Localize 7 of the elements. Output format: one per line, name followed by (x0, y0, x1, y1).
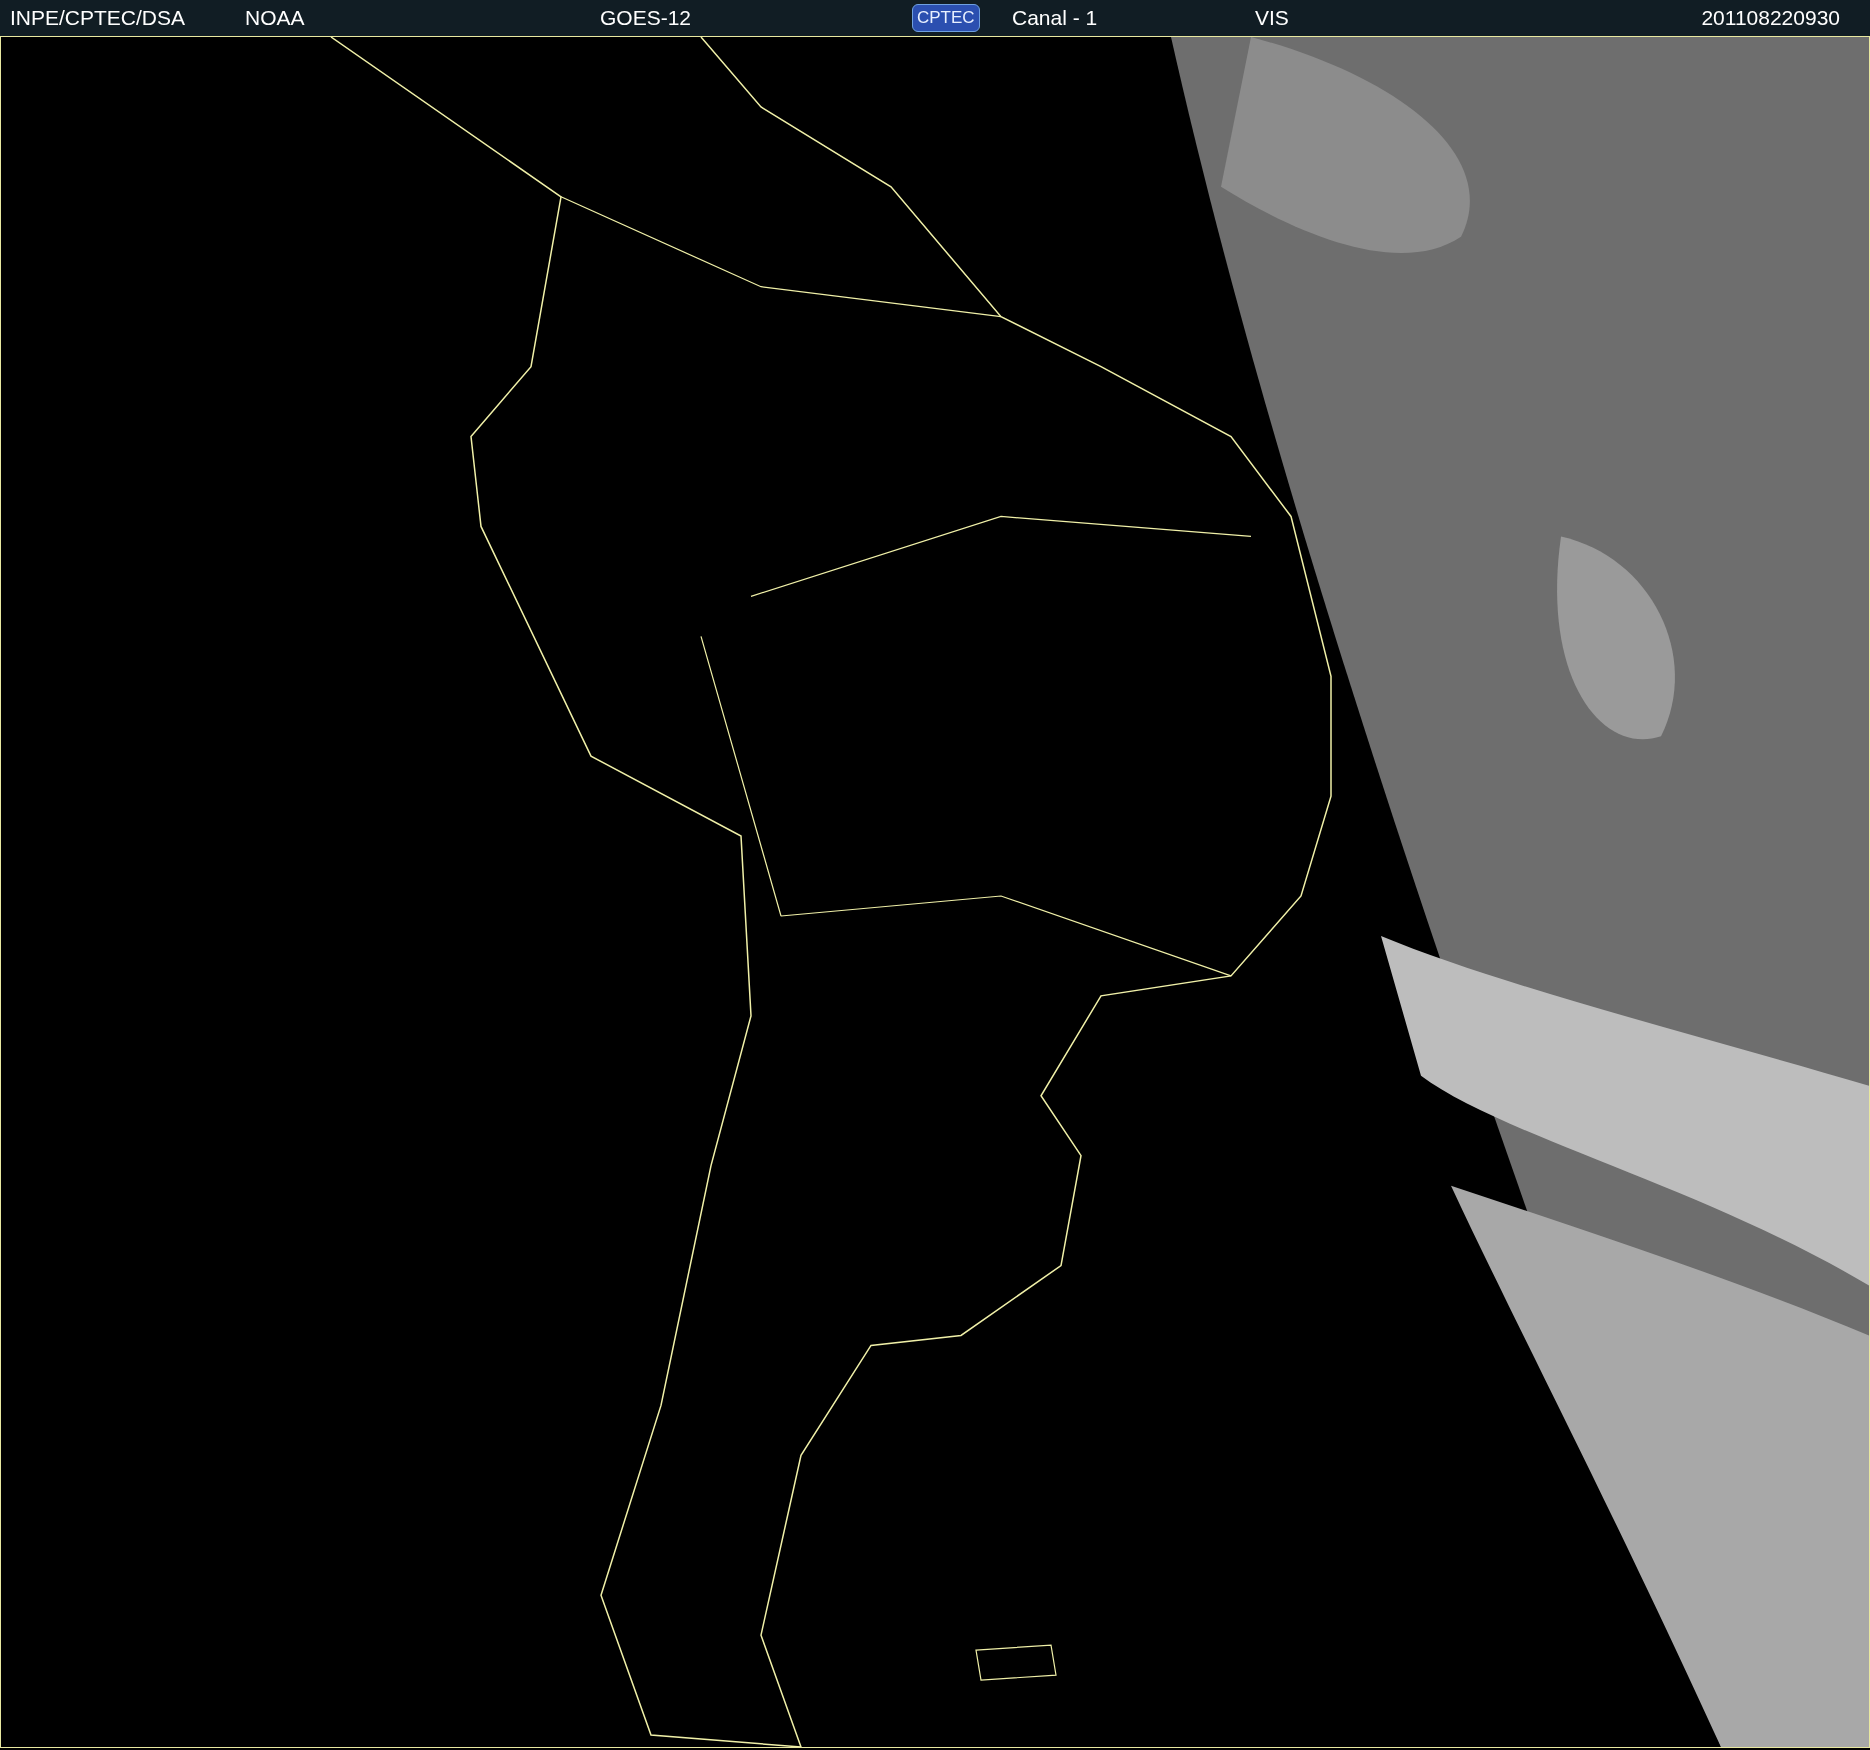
header-label: 201108220930 (1701, 6, 1840, 30)
header-label: VIS (1255, 6, 1289, 30)
logo: CPTEC (912, 4, 980, 32)
header-label: GOES-12 (600, 6, 692, 30)
header-label: INPE/CPTEC/DSA (10, 6, 186, 30)
header-label: Canal - 1 (1012, 6, 1098, 30)
header-label: NOAA (245, 6, 305, 30)
